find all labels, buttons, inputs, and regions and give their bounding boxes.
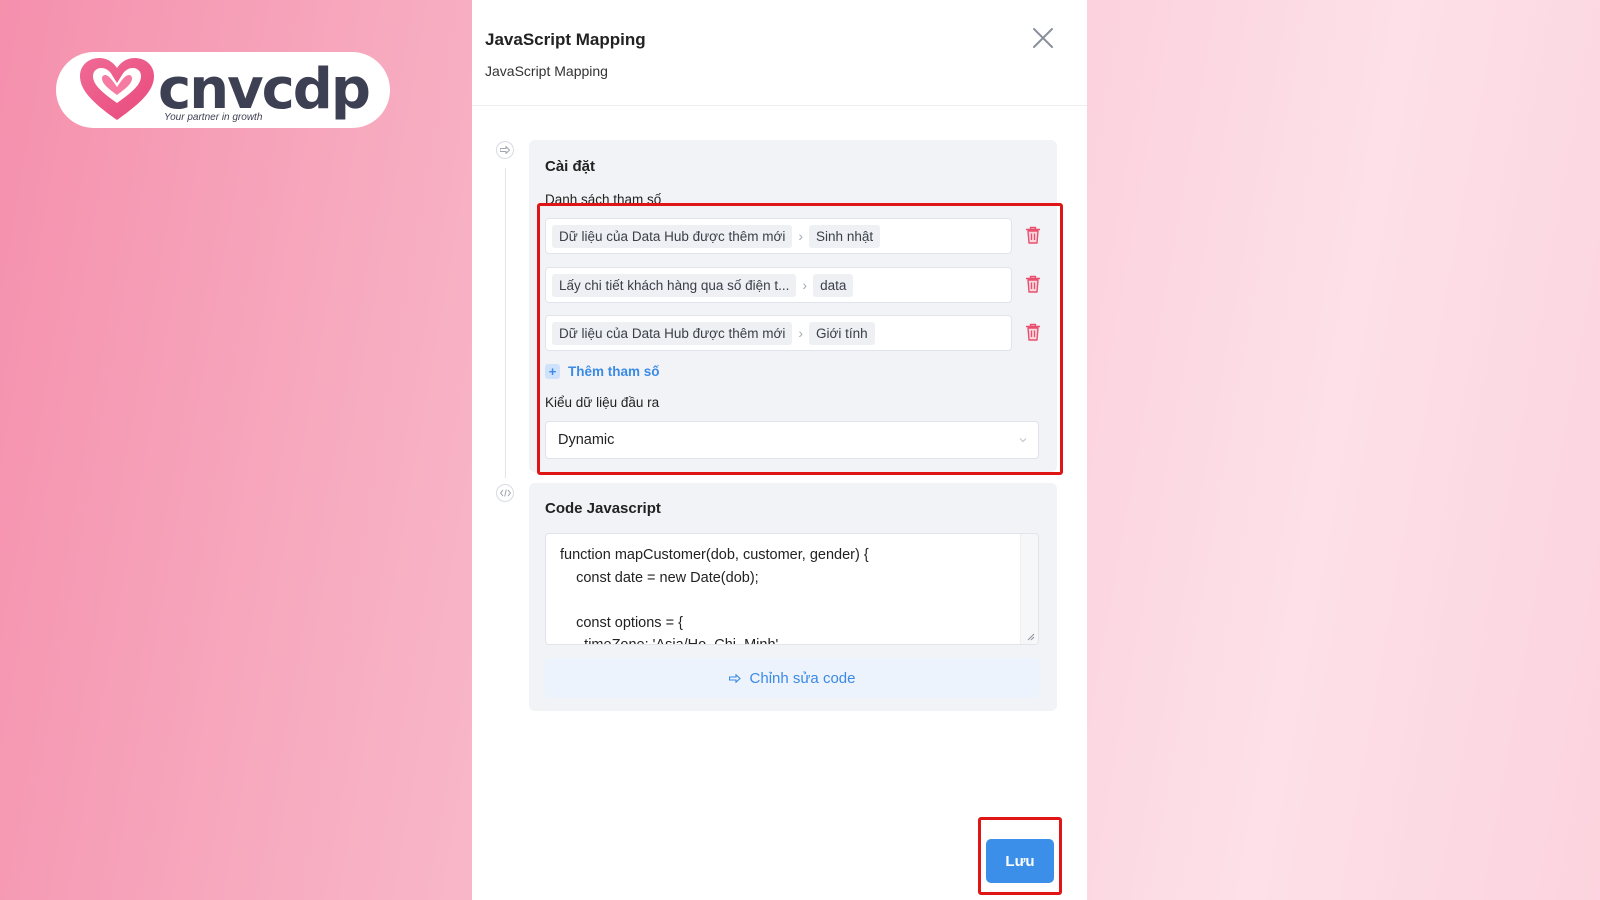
settings-card: Cài đặt Danh sách tham số Dữ liệu của Da… [529, 140, 1057, 472]
delete-icon[interactable] [1025, 226, 1041, 244]
param-row[interactable]: Lấy chi tiết khách hàng qua số điện t...… [545, 267, 1012, 303]
heart-logo-icon [80, 58, 154, 120]
param-source: Lấy chi tiết khách hàng qua số điện t... [552, 273, 797, 297]
param-field: Sinh nhật [809, 224, 881, 248]
delete-icon[interactable] [1025, 323, 1041, 341]
resize-grip-icon[interactable] [1025, 631, 1035, 641]
logo-wordmark: cnvcdp [158, 57, 371, 122]
code-editor[interactable]: function mapCustomer(dob, customer, gend… [545, 533, 1039, 645]
edit-code-button[interactable]: Chỉnh sửa code [545, 658, 1039, 698]
close-icon[interactable] [1031, 26, 1055, 50]
code-scrollbar[interactable] [1020, 534, 1038, 644]
output-type-label: Kiểu dữ liệu đầu ra [545, 395, 660, 410]
chevron-down-icon [1019, 438, 1027, 443]
panel-header: JavaScript Mapping JavaScript Mapping [472, 0, 1087, 106]
add-param-label: Thêm tham số [568, 364, 660, 379]
code-card: Code Javascript function mapCustomer(dob… [529, 483, 1057, 711]
output-type-select[interactable]: Dynamic [545, 421, 1039, 459]
javascript-mapping-panel: JavaScript Mapping JavaScript Mapping Cà… [472, 0, 1087, 900]
code-title: Code Javascript [545, 500, 661, 517]
chevron-right-icon: › [798, 325, 804, 341]
param-row[interactable]: Dữ liệu của Data Hub được thêm mới › Giớ… [545, 315, 1012, 351]
add-param-button[interactable]: + Thêm tham số [545, 364, 660, 379]
timeline-line [505, 168, 506, 478]
panel-subtitle: JavaScript Mapping [485, 63, 608, 79]
output-type-value: Dynamic [558, 432, 615, 448]
params-label: Danh sách tham số [545, 192, 662, 207]
logo-tagline: Your partner in growth [164, 112, 263, 123]
param-row[interactable]: Dữ liệu của Data Hub được thêm mới › Sin… [545, 218, 1012, 254]
brand-logo: cnvcdp Your partner in growth [56, 52, 390, 128]
settings-title: Cài đặt [545, 158, 596, 175]
param-source: Dữ liệu của Data Hub được thêm mới [552, 321, 793, 345]
edit-code-label: Chỉnh sửa code [749, 669, 856, 687]
plus-icon: + [545, 364, 560, 379]
panel-title: JavaScript Mapping [485, 30, 646, 49]
chevron-right-icon: › [798, 228, 804, 244]
code-icon [496, 484, 514, 502]
arrow-right-icon [496, 141, 514, 159]
param-field: data [813, 273, 854, 297]
param-field: Giới tính [809, 321, 875, 345]
chevron-right-icon: › [802, 277, 808, 293]
param-source: Dữ liệu của Data Hub được thêm mới [552, 224, 793, 248]
save-button[interactable]: Lưu [986, 839, 1054, 883]
delete-icon[interactable] [1025, 275, 1041, 293]
code-content: function mapCustomer(dob, customer, gend… [560, 547, 869, 645]
arrow-right-icon [728, 671, 741, 686]
